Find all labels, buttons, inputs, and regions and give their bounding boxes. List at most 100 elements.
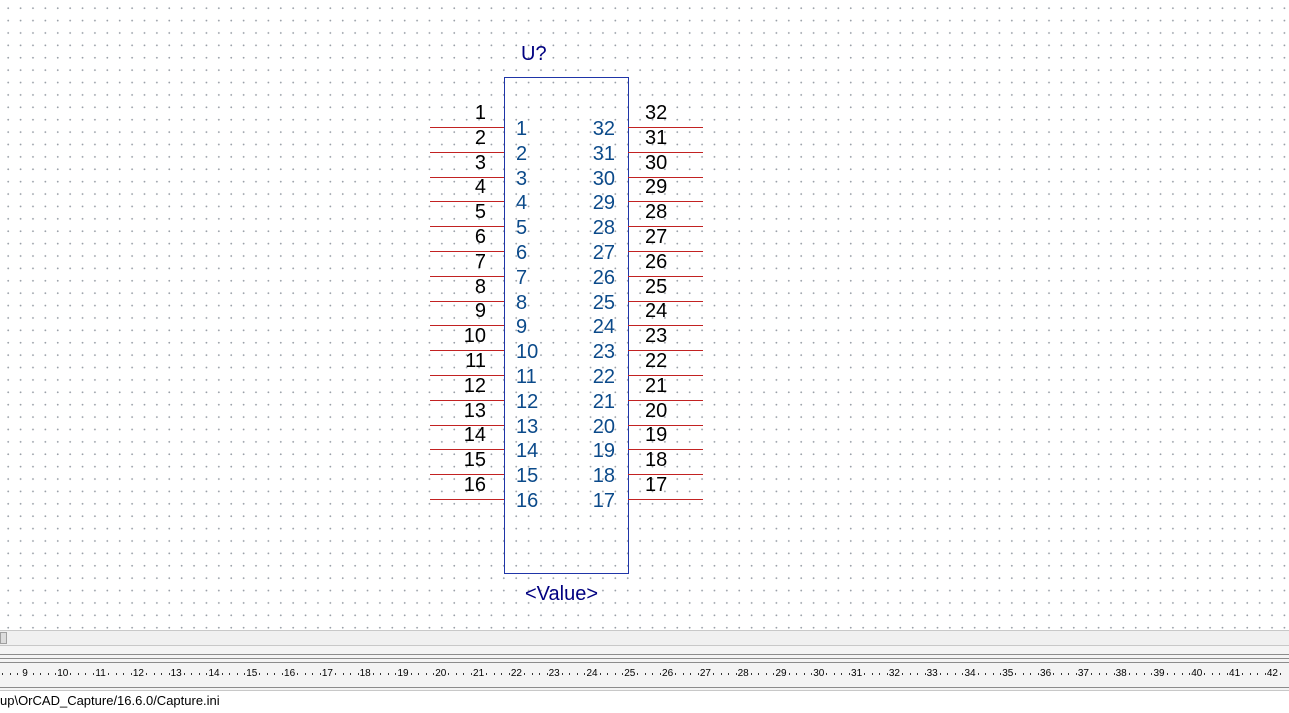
ruler-dot — [1264, 673, 1266, 675]
pin-number-left: 8 — [474, 275, 486, 298]
ruler-dot — [939, 673, 941, 675]
ruler-dot — [40, 673, 42, 675]
ruler-dot — [1242, 673, 1244, 675]
pin-number-left: 10 — [463, 325, 486, 348]
ruler-label: 37 — [1077, 668, 1089, 679]
ruler-dot — [1249, 673, 1251, 675]
ruler-label: 35 — [1002, 668, 1014, 679]
pin-number-right: 29 — [645, 176, 668, 199]
pin-number-right: 30 — [645, 151, 668, 174]
ruler-dot — [85, 673, 87, 675]
ruler-dot — [765, 673, 767, 675]
ruler-label: 36 — [1040, 668, 1052, 679]
pin-number-left: 14 — [463, 424, 486, 447]
pin-number-right: 23 — [645, 325, 668, 348]
ruler-label: 27 — [699, 668, 711, 679]
pin-number-left: 12 — [463, 374, 486, 397]
pin-line-right[interactable] — [628, 499, 703, 500]
ruler-dot — [77, 673, 79, 675]
ruler-dot — [690, 673, 692, 675]
ruler-label: 14 — [208, 668, 220, 679]
ruler-dot — [508, 673, 510, 675]
ruler-dot — [1143, 673, 1145, 675]
ruler-label: 19 — [397, 668, 409, 679]
ruler-dot — [652, 673, 654, 675]
pin-name-right: 25 — [592, 291, 615, 314]
ruler-dot — [531, 673, 533, 675]
ruler-dot — [796, 673, 798, 675]
pin-number-left: 1 — [474, 102, 486, 124]
ruler-label: 25 — [624, 668, 636, 679]
ruler-dot — [191, 673, 193, 675]
ruler-dot — [108, 673, 110, 675]
schematic-canvas[interactable]: U? 1 1 2 2 3 3 4 4 5 5 6 6 7 7 8 8 9 9 10 10 11 11 12 12 13 13 14 1… — [0, 0, 1289, 630]
ruler-dot — [1279, 673, 1281, 675]
ruler-dot — [319, 673, 321, 675]
ruler-dot — [1211, 673, 1213, 675]
pin-name-right: 24 — [592, 316, 615, 339]
ruler-dot — [304, 673, 306, 675]
ruler-dot — [1189, 673, 1191, 675]
ruler-dot — [357, 673, 359, 675]
ruler-dot — [1038, 673, 1040, 675]
ruler-dot — [1098, 673, 1100, 675]
ruler-rule-line — [0, 687, 1289, 688]
ruler-dot — [712, 673, 714, 675]
ruler-label: 33 — [926, 668, 938, 679]
ruler-label: 42 — [1266, 668, 1278, 679]
ruler-label: 23 — [548, 668, 560, 679]
pin-number-right: 32 — [645, 102, 668, 124]
pin-name-right: 20 — [592, 415, 615, 438]
pin-number-left: 6 — [474, 226, 486, 248]
ruler-dot — [395, 673, 397, 675]
part-value-label[interactable]: <Value> — [525, 583, 598, 606]
ruler-dot — [1174, 673, 1176, 675]
ruler-label: 38 — [1115, 668, 1127, 679]
ruler-dot — [455, 673, 457, 675]
ruler-dot — [334, 673, 336, 675]
ruler-dot — [546, 673, 548, 675]
ruler-dot — [350, 673, 352, 675]
pin-name-left: 4 — [516, 192, 528, 215]
ruler-dot — [229, 673, 231, 675]
pin-name-left: 3 — [516, 167, 528, 190]
ruler-label: 11 — [95, 668, 106, 679]
scrollbar-thumb[interactable] — [0, 632, 7, 644]
ruler-dot — [1151, 673, 1153, 675]
ruler-dot — [539, 673, 541, 675]
horizontal-scrollbar[interactable] — [0, 630, 1289, 646]
ruler-label: 16 — [284, 668, 296, 679]
ruler-label: 18 — [359, 668, 371, 679]
pin-number-left: 16 — [463, 474, 486, 496]
ruler-dot — [1219, 673, 1221, 675]
pin-line-left[interactable] — [430, 499, 504, 500]
ruler-dot — [947, 673, 949, 675]
pin-number-left: 4 — [474, 176, 486, 199]
ruler-dot — [1128, 673, 1130, 675]
part-reference-label[interactable]: U? — [521, 43, 547, 66]
ruler-dot — [720, 673, 722, 675]
ruler-dot — [584, 673, 586, 675]
ruler-dot — [901, 673, 903, 675]
pin-name-right: 28 — [592, 217, 615, 240]
pin-name-right: 30 — [592, 167, 615, 190]
ruler-dot — [115, 673, 117, 675]
pin-name-left: 6 — [516, 242, 528, 264]
pin-number-left: 5 — [474, 201, 486, 224]
ruler-dot — [418, 673, 420, 675]
ruler-dot — [32, 673, 34, 675]
ruler-dot — [622, 673, 624, 675]
ruler-dot — [221, 673, 223, 675]
ruler-label: 9 — [22, 668, 28, 679]
ruler-dot — [123, 673, 125, 675]
horizontal-ruler: 9 10 11 12 13 14 15 16 17 18 19 20 21 22 23 24 25 26 27 28 2… — [0, 664, 1289, 684]
ruler-dot — [909, 673, 911, 675]
ruler-dot — [1181, 673, 1183, 675]
ruler-dot — [93, 673, 95, 675]
pin-name-right: 17 — [592, 490, 615, 512]
pin-name-right: 32 — [592, 118, 615, 140]
pin-name-left: 9 — [516, 316, 528, 339]
pin-number-right: 20 — [645, 399, 668, 422]
ruler-dot — [660, 673, 662, 675]
pin-number-left: 2 — [474, 126, 486, 149]
